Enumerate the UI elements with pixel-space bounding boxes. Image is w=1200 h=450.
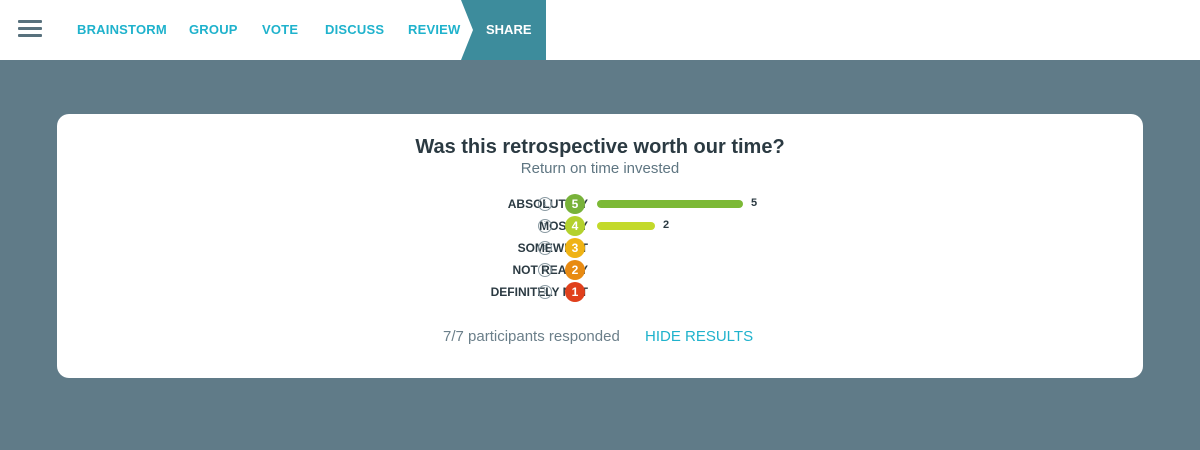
nav-step-review[interactable]: REVIEW (408, 0, 460, 60)
survey-question-subtitle: Return on time invested (520, 160, 680, 177)
result-row: ABSOLUTELY i 5 5 (57, 193, 1143, 215)
result-count: 2 (663, 219, 670, 231)
score-badge: 4 (565, 216, 585, 236)
info-icon[interactable]: i (538, 285, 552, 299)
result-bar (597, 200, 743, 208)
result-row: SOMEWHAT i 3 (57, 237, 1143, 259)
top-bar: BRAINSTORM GROUP VOTE DISCUSS REVIEW SHA… (0, 0, 1200, 60)
score-badge: 5 (565, 194, 585, 214)
result-row: NOT REALLY i 2 (57, 259, 1143, 281)
nav-step-share[interactable]: SHARE (461, 0, 546, 60)
survey-results-card: Was this retrospective worth our time? R… (57, 114, 1143, 378)
hide-results-button[interactable]: HIDE RESULTS (645, 328, 753, 345)
info-icon[interactable]: i (538, 197, 552, 211)
info-icon[interactable]: i (538, 241, 552, 255)
menu-icon[interactable] (18, 20, 42, 38)
nav-step-vote[interactable]: VOTE (262, 0, 298, 60)
info-icon[interactable]: i (538, 219, 552, 233)
result-row: DEFINITELY NOT i 1 (57, 281, 1143, 303)
nav-step-brainstorm[interactable]: BRAINSTORM (77, 0, 167, 60)
result-bar (597, 222, 655, 230)
nav-step-group[interactable]: GROUP (189, 0, 238, 60)
result-count: 5 (751, 197, 758, 209)
result-row: MOSTLY i 4 2 (57, 215, 1143, 237)
nav-step-share-label: SHARE (486, 22, 532, 37)
participants-status: 7/7 participants responded (443, 328, 620, 345)
survey-question-title: Was this retrospective worth our time? (415, 136, 785, 158)
score-badge: 3 (565, 238, 585, 258)
score-badge: 2 (565, 260, 585, 280)
score-badge: 1 (565, 282, 585, 302)
info-icon[interactable]: i (538, 263, 552, 277)
nav-step-discuss[interactable]: DISCUSS (325, 0, 384, 60)
